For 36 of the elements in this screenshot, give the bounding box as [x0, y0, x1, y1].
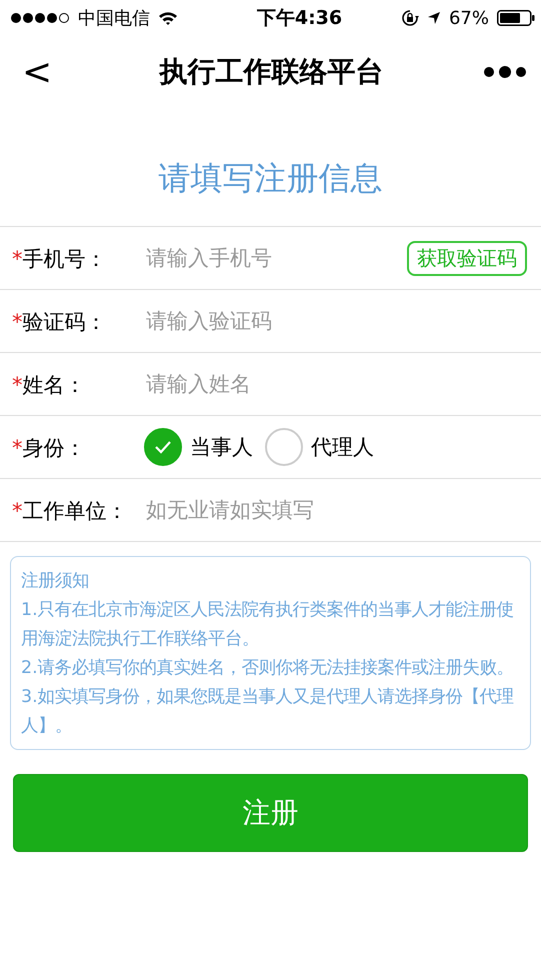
- page-title: 执行工作联络平台: [160, 54, 384, 90]
- signal-icon: [10, 12, 70, 24]
- location-arrow-icon: [426, 11, 441, 25]
- register-button[interactable]: 注册: [13, 774, 528, 852]
- status-time: 下午4:36: [256, 6, 342, 31]
- field-label: 手机号：: [22, 247, 106, 271]
- battery-icon: [497, 10, 535, 26]
- more-icon[interactable]: [482, 66, 527, 78]
- field-label: 姓名：: [22, 373, 86, 397]
- required-mark: *: [12, 310, 22, 334]
- input-field[interactable]: 如无业请如实填写: [144, 497, 527, 523]
- get-code-button[interactable]: 获取验证码: [407, 240, 527, 276]
- back-button[interactable]: <: [14, 52, 60, 92]
- radio-label: 当事人: [190, 434, 253, 461]
- field-label: 工作单位：: [22, 499, 128, 523]
- field-label: 身份：: [22, 436, 86, 460]
- required-mark: *: [12, 373, 22, 397]
- required-mark: *: [12, 499, 22, 523]
- notice-title: 注册须知: [21, 570, 90, 593]
- battery-percent: 67%: [448, 8, 489, 28]
- form-heading: 请填写注册信息: [158, 158, 384, 198]
- required-mark: *: [12, 247, 22, 271]
- input-field[interactable]: 请输入验证码: [144, 308, 527, 334]
- radio-label: 代理人: [311, 434, 374, 461]
- radio-button[interactable]: [265, 428, 303, 466]
- field-label: 验证码：: [22, 310, 106, 334]
- notice-text: 2.请务必填写你的真实姓名，否则你将无法挂接案件或注册失败。: [21, 657, 515, 680]
- wifi-icon: [158, 10, 178, 26]
- input-field[interactable]: 请输入姓名: [144, 371, 527, 397]
- rotation-lock-icon: [400, 9, 419, 27]
- radio-button[interactable]: [144, 428, 182, 466]
- notice-text: 1.只有在北京市海淀区人民法院有执行类案件的当事人才能注册使用海淀法院执行工作联络平台。: [21, 599, 515, 651]
- notice-text: 3.如实填写身份，如果您既是当事人又是代理人请选择身份【代理人】。: [21, 686, 515, 738]
- required-mark: *: [12, 436, 22, 460]
- carrier-name: 中国电信: [78, 7, 150, 30]
- input-field[interactable]: 请输入手机号: [144, 245, 407, 271]
